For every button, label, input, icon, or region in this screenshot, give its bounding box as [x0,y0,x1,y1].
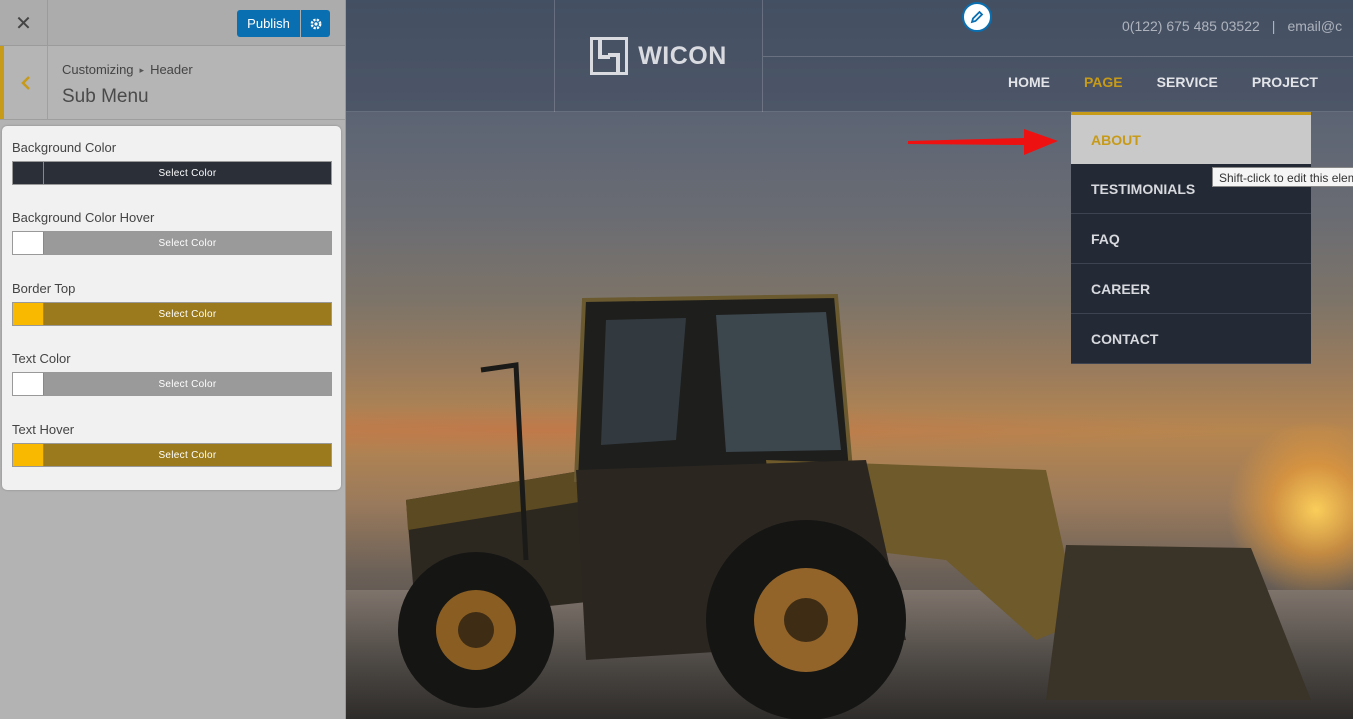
site-preview: WICON 0(122) 675 485 03522 | email@c HOME … [346,0,1353,719]
color-controls: Background Color Select Color Background… [2,126,341,490]
email-link[interactable]: email@c [1287,18,1342,34]
control-border-top: Border Top Select Color [12,281,332,326]
red-arrow-annotation [908,129,1058,155]
color-picker-button[interactable]: Select Color [12,372,332,396]
submenu-item-faq[interactable]: FAQ [1071,214,1311,264]
control-label: Text Color [12,351,71,366]
color-swatch [13,444,44,466]
tooltip: Shift-click to edit this element [1212,167,1353,187]
nav-item-home[interactable]: HOME [1008,74,1050,90]
submenu-item-contact[interactable]: CONTACT [1071,314,1311,364]
control-text-color: Text Color Select Color [12,351,332,396]
close-icon[interactable]: ✕ [0,0,48,46]
breadcrumb: Customizing ▸ Header [62,62,193,77]
select-color-label: Select Color [158,308,217,320]
color-swatch [13,232,44,254]
control-label: Background Color [12,140,117,155]
customizer-header: ✕ Publish [0,0,345,46]
site-logo[interactable]: WICON [554,0,763,112]
chevron-left-icon[interactable] [0,46,48,119]
select-color-label: Select Color [158,237,217,249]
pencil-icon[interactable] [962,2,992,32]
color-picker-button[interactable]: Select Color [12,231,332,255]
color-swatch [13,162,44,184]
nav-item-project[interactable]: PROJECT [1252,74,1318,90]
color-swatch [13,373,44,395]
color-picker-button[interactable]: Select Color [12,161,332,185]
color-picker-button[interactable]: Select Color [12,302,332,326]
breadcrumb-section: Header [150,62,193,77]
customizer-sidebar: ✕ Publish Customizing ▸ Header Sub Menu Ba… [0,0,346,719]
color-picker-button[interactable]: Select Color [12,443,332,467]
logo-mark-icon [590,37,629,75]
submenu-item-about[interactable]: ABOUT [1071,112,1311,164]
header-divider [763,56,1353,57]
control-label: Background Color Hover [12,210,155,225]
submenu-item-career[interactable]: CAREER [1071,264,1311,314]
select-color-label: Select Color [158,378,217,390]
control-label: Border Top [12,281,76,296]
nav-item-page[interactable]: PAGE [1084,74,1123,90]
select-color-label: Select Color [158,449,217,461]
logo-text: WICON [638,41,727,70]
breadcrumb-separator: ▸ [139,65,145,75]
phone-number[interactable]: 0(122) 675 485 03522 [1122,18,1260,34]
breadcrumb-root: Customizing [62,62,134,77]
header-contact: 0(122) 675 485 03522 | email@c [1122,18,1342,34]
main-navigation: HOME PAGE SERVICE PROJECT [1008,74,1352,90]
gear-icon[interactable] [301,10,330,37]
control-background-color-hover: Background Color Hover Select Color [12,210,332,255]
control-label: Text Hover [12,422,75,437]
control-text-hover: Text Hover Select Color [12,422,332,467]
section-header: Customizing ▸ Header Sub Menu [0,46,345,120]
sub-menu: ABOUT TESTIMONIALS FAQ CAREER CONTACT [1071,112,1311,364]
select-color-label: Select Color [158,167,217,179]
control-background-color: Background Color Select Color [12,140,332,185]
page-title: Sub Menu [62,86,149,107]
contact-divider: | [1271,18,1276,34]
nav-item-service[interactable]: SERVICE [1157,74,1218,90]
color-swatch [13,303,44,325]
publish-button[interactable]: Publish [237,10,300,37]
